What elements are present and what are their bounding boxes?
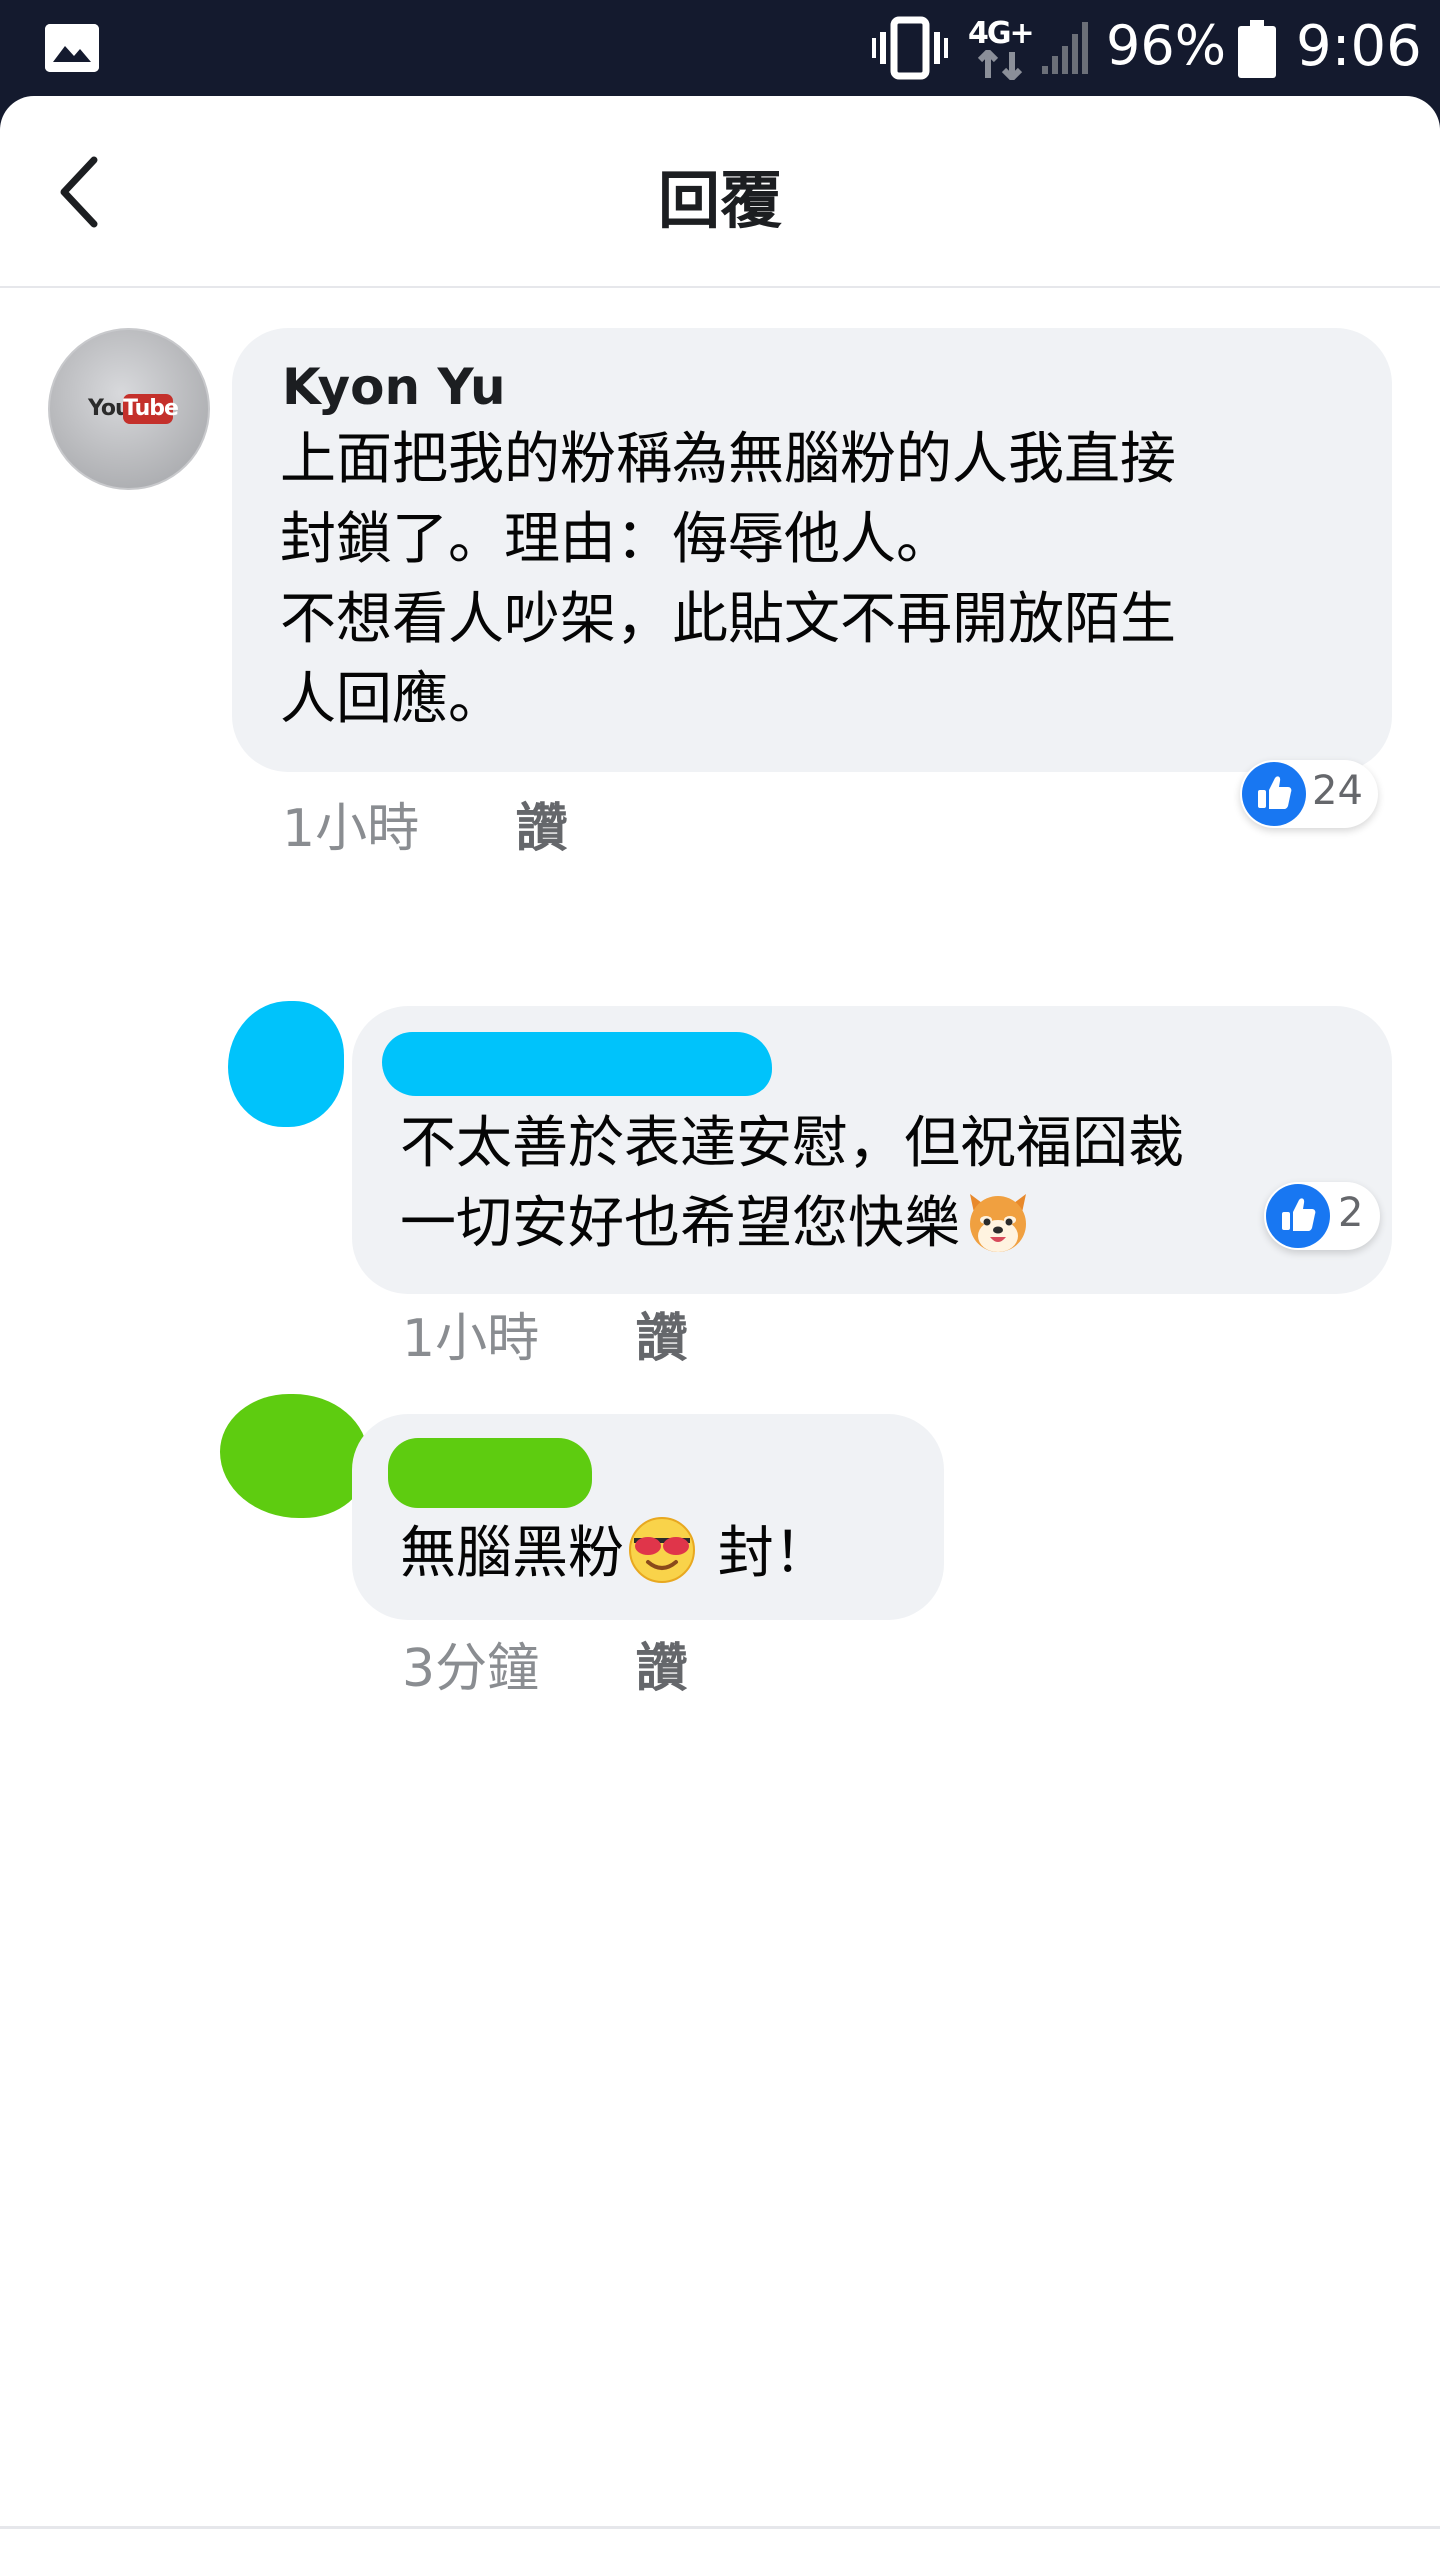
like-reaction-icon bbox=[1242, 762, 1306, 826]
image-notification-icon bbox=[45, 24, 99, 72]
reply-meta: 1小時 讚 bbox=[402, 1296, 688, 1371]
battery-icon bbox=[1238, 20, 1276, 78]
like-button[interactable]: 讚 bbox=[636, 1639, 688, 1699]
vibrate-icon bbox=[872, 16, 948, 80]
reply-bubble[interactable]: 不太善於表達安慰，但祝福囧裁 一切安好也希望您快樂 bbox=[352, 1006, 1392, 1294]
reply-timestamp: 3分鐘 bbox=[402, 1639, 540, 1699]
reaction-summary[interactable]: 24 bbox=[1240, 760, 1378, 828]
comment-bubble[interactable]: Kyon Yu 上面把我的粉稱為無腦粉的人我直接 封鎖了。理由：侮辱他人。 不想… bbox=[232, 328, 1392, 772]
redacted-avatar[interactable] bbox=[220, 1394, 368, 1518]
reply-bubble[interactable]: 無腦黑粉 封！ bbox=[352, 1414, 944, 1620]
youtube-logo: You Tube bbox=[88, 394, 179, 426]
reaction-count: 24 bbox=[1312, 768, 1363, 814]
comment-meta: 1小時 讚 bbox=[282, 786, 568, 861]
reply-thread-line bbox=[0, 886, 8, 1396]
reaction-count: 2 bbox=[1338, 1190, 1364, 1236]
reply-text: 無腦黑粉 封！ bbox=[400, 1514, 940, 1594]
reaction-summary[interactable]: 2 bbox=[1264, 1182, 1380, 1250]
status-bar: 4G+ 96% 9:06 bbox=[0, 0, 1440, 100]
avatar[interactable]: You Tube bbox=[48, 328, 210, 490]
redacted-author-name[interactable] bbox=[382, 1032, 772, 1096]
bottom-divider bbox=[0, 2526, 1440, 2529]
header: 回覆 bbox=[0, 96, 1440, 288]
like-button[interactable]: 讚 bbox=[516, 799, 568, 859]
like-reaction-icon bbox=[1266, 1184, 1330, 1248]
dog-face-emoji bbox=[970, 1194, 1026, 1252]
network-type-icon: 4G+ bbox=[966, 14, 1038, 82]
battery-percentage: 96% bbox=[1106, 14, 1227, 77]
comment-timestamp: 1小時 bbox=[282, 799, 420, 859]
redacted-avatar[interactable] bbox=[228, 1001, 344, 1127]
page-title: 回覆 bbox=[657, 164, 782, 237]
sunglasses-face-emoji bbox=[629, 1517, 695, 1583]
comment-text: 上面把我的粉稱為無腦粉的人我直接 封鎖了。理由：侮辱他人。 不想看人吵架，此貼文… bbox=[280, 427, 1176, 732]
reply-meta: 3分鐘 讚 bbox=[402, 1626, 688, 1701]
clock: 9:06 bbox=[1296, 14, 1422, 79]
reply-timestamp: 1小時 bbox=[402, 1309, 540, 1369]
reply-text: 不太善於表達安慰，但祝福囧裁 一切安好也希望您快樂 bbox=[400, 1111, 1184, 1256]
redacted-author-name[interactable] bbox=[388, 1438, 592, 1508]
signal-strength-icon bbox=[1040, 20, 1092, 76]
comment-author[interactable]: Kyon Yu bbox=[282, 358, 506, 416]
like-button[interactable]: 讚 bbox=[636, 1309, 688, 1369]
replies-sheet: 回覆 You Tube Kyon Yu 上面把我的粉稱為無腦粉的人我直接 封鎖了… bbox=[0, 96, 1440, 2560]
